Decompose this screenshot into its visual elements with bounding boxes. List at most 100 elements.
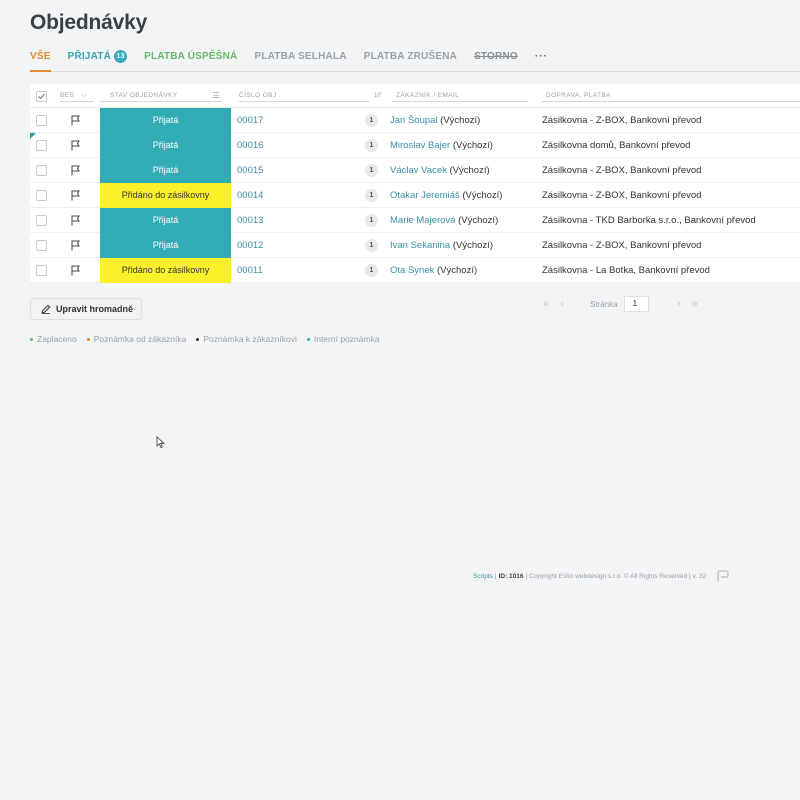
tab-count-badge: 13 [114,50,128,63]
legend-dot-icon [86,338,90,342]
tab-3[interactable]: PLATBA SELHALA [254,48,346,72]
tab-label: STORNO [474,51,518,62]
bulk-edit-button[interactable]: Upravit hromadně [30,298,142,320]
table-row[interactable]: Přijatá 00012 1 Ivan Sekanina (Výchozí) Zási… [30,233,800,258]
customer-name-link[interactable]: Václav Vacek [390,165,447,176]
legend-label: Interní poznámka [313,334,380,344]
customer-name-link[interactable]: Otakar Jeremiáš [390,190,460,201]
select-all-checkbox[interactable] [36,91,47,102]
pagination: « ‹ Stránka 1 › » [540,295,701,313]
tab-6[interactable]: ··· [535,48,548,72]
shipping-payment: Zásilkovna - Z-BOX, Bankovní převod [542,115,702,126]
order-number-link[interactable]: 00013 [237,208,263,233]
note-marker [30,133,36,139]
legend-label: Zaplaceno [37,334,77,344]
header-status[interactable]: STAV OBJEDNÁVKY ☰ [100,84,222,102]
table-row[interactable]: Přijatá 00015 1 Václav Vacek (Výchozí) Zásil… [30,158,800,183]
flag-icon[interactable] [70,165,81,176]
page-title: Objednávky [30,11,148,34]
next-page-icon[interactable]: › [673,298,685,310]
status-badge[interactable]: Přijatá [100,208,231,233]
row-checkbox[interactable] [36,115,47,126]
tab-bar: VŠE PŘIJATÁ 13 PLATBA ÚSPĚŠNÁ PLATBA SELHALA… [30,48,800,72]
flag-icon[interactable] [70,240,81,251]
customer-cell: Marie Majerová (Výchozí) [390,208,498,233]
footer-scripts-link[interactable]: Scripts [473,573,493,580]
tab-4[interactable]: PLATBA ZRUŠENA [364,48,457,72]
tab-0[interactable]: VŠE [30,48,51,72]
customer-name-link[interactable]: Jan Šoupal [390,115,438,126]
table-row[interactable]: Přijatá 00013 1 Marie Majerová (Výchozí) Zás… [30,208,800,233]
pencil-icon [41,304,51,314]
header-shipping[interactable]: DOPRAVA, PLATBA [542,84,800,102]
legend-dot-icon [306,338,310,342]
shipping-payment: Zásilkovna - TKD Barborka s.r.o., Bankov… [542,215,756,226]
tab-5[interactable]: STORNO [474,48,518,72]
customer-name-link[interactable]: Ota Synek [390,265,434,276]
order-number-link[interactable]: 00016 [237,133,263,158]
customer-group: (Výchozí) [450,240,493,251]
status-badge[interactable]: Přijatá [100,133,231,158]
mouse-cursor-icon [156,436,166,449]
shipping-payment: Zásilkovna - Z-BOX, Bankovní převod [542,190,702,201]
status-badge[interactable]: Přidáno do zásilkovny [100,183,231,208]
order-number-link[interactable]: 00015 [237,158,263,183]
status-badge[interactable]: Přijatá [100,233,231,258]
legend-dot-icon [30,338,33,342]
legend-label: Poznámka k zákazníkovi [203,334,297,344]
customer-name-link[interactable]: Ivan Sekanina [390,240,450,251]
status-badge[interactable]: Přijatá [100,108,231,133]
table-row[interactable]: Přidáno do zásilkovny 00011 1 Ota Synek (Vý… [30,258,800,283]
tab-1[interactable]: PŘIJATÁ 13 [68,48,128,72]
customer-group: (Výchozí) [455,215,499,226]
tab-label: PLATBA ÚSPĚŠNÁ [144,51,238,62]
header-order[interactable]: ČÍSLO OBJ [239,84,369,102]
header-customer[interactable]: ZÁKAZNÍK / EMAIL [392,84,528,102]
footer: Scripts | ID: 1016 | Copyright EVici web… [473,570,730,582]
item-count-badge: 1 [365,214,378,227]
header-status-label: STAV OBJEDNÁVKY [110,92,178,99]
flag-icon[interactable] [70,140,81,151]
flag-icon[interactable] [70,265,81,276]
table-row[interactable]: Přijatá 00016 1 Miroslav Bajer (Výchozí) Zás… [30,133,800,158]
bulk-edit-label: Upravit hromadně [56,304,134,314]
tab-label: PLATBA ZRUŠENA [363,51,458,62]
order-number-link[interactable]: 00011 [237,258,263,283]
last-page-icon[interactable]: » [689,298,701,310]
row-checkbox[interactable] [36,265,47,276]
legend-label: Poznámka od zákazníka [93,334,187,344]
item-count-badge: 1 [365,114,378,127]
table-row[interactable]: Přijatá 00017 1 Jan Šoupal (Výchozí) Zásilko… [30,108,800,133]
row-checkbox[interactable] [36,240,47,251]
row-checkbox[interactable] [36,165,47,176]
customer-name-link[interactable]: Marie Majerová [390,215,455,226]
row-checkbox[interactable] [36,140,47,151]
filter-icon: ☰ [212,91,220,100]
row-checkbox[interactable] [36,215,47,226]
header-qty[interactable]: 1F [374,84,386,108]
first-page-icon[interactable]: « [540,298,552,310]
flag-icon[interactable] [70,190,81,201]
item-count-badge: 1 [365,239,378,252]
prev-page-icon[interactable]: ‹ [556,298,568,310]
order-number-link[interactable]: 00012 [237,233,263,258]
header-flag[interactable]: BES ⌵ [60,84,94,102]
table-header: BES ⌵ STAV OBJEDNÁVKY ☰ ČÍSLO OBJ 1F ZÁK… [30,84,800,108]
row-checkbox[interactable] [36,190,47,201]
customer-name-link[interactable]: Miroslav Bajer [390,140,450,151]
page-input[interactable]: 1 [623,296,649,312]
flag-icon[interactable] [70,115,81,126]
tab-2[interactable]: PLATBA ÚSPĚŠNÁ [144,48,237,72]
customer-cell: Otakar Jeremiáš (Výchozí) [390,183,502,208]
status-badge[interactable]: Přidáno do zásilkovny [100,258,231,283]
flag-icon[interactable] [70,215,81,226]
shipping-payment: Zásilkovna - Z-BOX, Bankovní převod [542,165,702,176]
customer-group: (Výchozí) [446,165,490,176]
customer-group: (Výchozí) [459,190,503,201]
order-number-link[interactable]: 00017 [237,108,263,133]
tab-label: ··· [534,51,548,62]
table-row[interactable]: Přidáno do zásilkovny 00014 1 Otakar Jeremi… [30,183,800,208]
legend: Zaplaceno Poznámka od zákazníka Poznámka k… [30,334,380,344]
order-number-link[interactable]: 00014 [237,183,263,208]
status-badge[interactable]: Přijatá [100,158,231,183]
